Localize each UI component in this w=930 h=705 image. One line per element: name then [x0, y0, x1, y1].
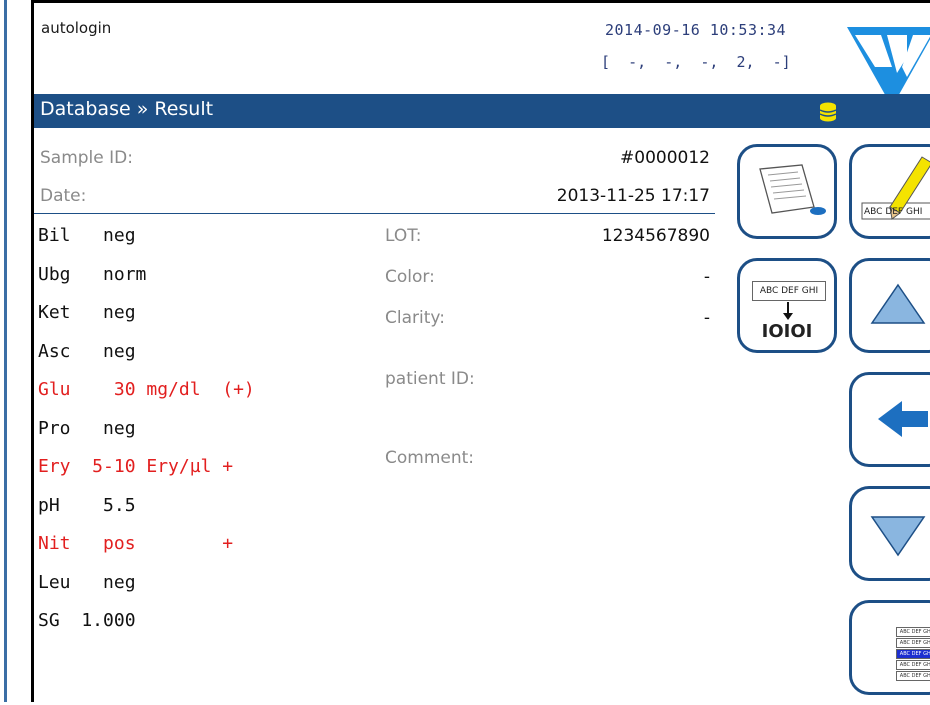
parameter-row: Leu neg: [38, 571, 136, 593]
export-button[interactable]: ABC DEF GHI IOIOI: [737, 258, 837, 353]
list-row: ABC DEF GHI: [896, 627, 930, 637]
list-row: ABC DEF GHI: [896, 660, 930, 670]
list-view-button[interactable]: ABC DEF GHI ABC DEF GHI ABC DEF GHI ABC DEF…: [849, 600, 930, 695]
parameter-row: Pro neg: [38, 417, 136, 439]
clarity-value: -: [703, 308, 710, 328]
export-binary-text: IOIOI: [761, 321, 813, 342]
triangle-down-icon: [870, 516, 926, 557]
user-name: autologin: [41, 19, 112, 37]
date-value: 2013-11-25 17:17: [556, 186, 710, 206]
list-icon: ABC DEF GHI ABC DEF GHI ABC DEF GHI ABC DEF…: [896, 627, 930, 682]
back-button[interactable]: [849, 372, 930, 467]
patient-id-label: patient ID:: [385, 369, 475, 389]
sample-id-value: #0000012: [620, 148, 710, 168]
clock: 2014-09-16 10:53:34: [605, 21, 787, 39]
parameter-row: Ubg norm: [38, 263, 147, 285]
sample-id-label: Sample ID:: [40, 148, 133, 168]
color-value: -: [703, 267, 710, 287]
print-icon: [759, 164, 826, 215]
triangle-up-icon: [870, 283, 926, 324]
parameter-row: Bil neg: [38, 225, 136, 246]
parameter-row: SG 1.000: [38, 610, 136, 631]
lot-value: 1234567890: [601, 226, 710, 246]
scroll-down-button[interactable]: [849, 486, 930, 581]
scroll-up-button[interactable]: [849, 258, 930, 353]
list-row: ABC DEF GHI: [896, 638, 930, 648]
status-codes: [ -, -, -, 2, -]: [601, 53, 791, 71]
list-row: ABC DEF GHI: [896, 671, 930, 681]
clarity-label: Clarity:: [385, 308, 445, 328]
lot-label: LOT:: [385, 226, 422, 246]
frame-stripe: [4, 0, 7, 702]
separator-line: [34, 213, 715, 214]
device-screen: autologin 2014-09-16 10:53:34 [ -, -, -,…: [31, 0, 930, 702]
pencil-icon: [861, 156, 930, 220]
comment-label: Comment:: [385, 448, 475, 468]
parameter-row: pH 5.5: [38, 494, 136, 516]
parameter-row: Glu 30 mg/dl (+): [38, 379, 255, 400]
color-label: Color:: [385, 267, 435, 287]
list-row: ABC DEF GHI: [896, 649, 930, 659]
database-icon: [819, 102, 837, 122]
status-bar: autologin 2014-09-16 10:53:34 [ -, -, -,…: [34, 3, 930, 107]
date-label: Date:: [40, 186, 87, 206]
title-bar: Database » Result: [34, 94, 930, 128]
breadcrumb: Database » Result: [40, 98, 214, 120]
arrow-left-icon: [878, 401, 928, 437]
print-button[interactable]: [737, 144, 837, 239]
edit-sample-text: ABC DEF GHI: [864, 207, 923, 217]
edit-button[interactable]: ABC DEF GHI: [849, 144, 930, 239]
window-frame-left: [0, 0, 10, 702]
parameter-row: Ket neg: [38, 302, 136, 323]
parameter-row: Asc neg: [38, 340, 136, 362]
parameter-row: Nit pos +: [38, 533, 234, 554]
parameter-row: Ery 5-10 Ery/µl +: [38, 456, 234, 477]
